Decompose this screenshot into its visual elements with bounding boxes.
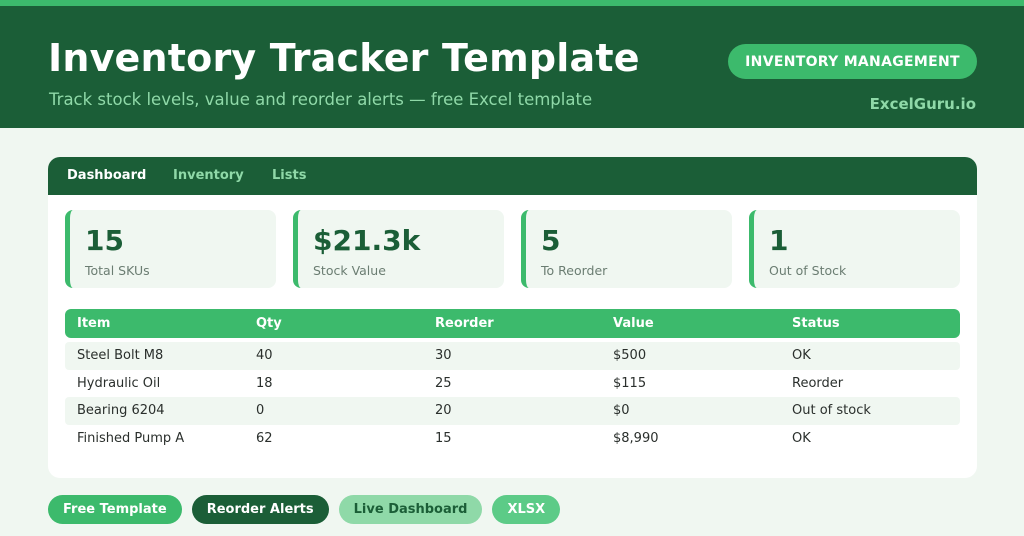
column-header-status: Status — [792, 316, 840, 331]
feature-chip-row: Free Template Reorder Alerts Live Dashbo… — [48, 495, 561, 524]
kpi-value: $21.3k — [313, 224, 421, 257]
kpi-label: Out of Stock — [769, 263, 847, 278]
cell-status: Reorder — [792, 375, 844, 391]
kpi-label: Stock Value — [313, 263, 386, 278]
cell-item: Finished Pump A — [77, 430, 185, 446]
brand-name: ExcelGuru.io — [869, 95, 976, 113]
cell-reorder: 20 — [435, 403, 452, 418]
cell-status: Out of stock — [792, 403, 871, 418]
cell-qty: 62 — [256, 430, 273, 446]
kpi-label: Total SKUs — [85, 263, 150, 278]
cell-item: Hydraulic Oil — [77, 375, 161, 391]
kpi-card-stock-value: $21.3k Stock Value — [293, 210, 504, 288]
chip-reorder-alerts[interactable]: Reorder Alerts — [191, 495, 329, 524]
tab-inventory[interactable]: Inventory — [173, 157, 244, 195]
workbook-preview-panel: Dashboard Inventory Lists 15 Total SKUs … — [48, 157, 977, 478]
column-header-reorder: Reorder — [435, 316, 494, 331]
chip-free-template[interactable]: Free Template — [48, 495, 182, 524]
cell-status: OK — [792, 348, 811, 363]
page-subtitle: Track stock levels, value and reorder al… — [49, 90, 593, 109]
table-row: Hydraulic Oil 18 25 $115 Reorder — [65, 370, 960, 398]
kpi-value: 5 — [541, 224, 561, 257]
kpi-value: 1 — [769, 224, 789, 257]
tab-dashboard[interactable]: Dashboard — [67, 157, 146, 195]
cell-value: $115 — [613, 375, 647, 391]
category-badge: INVENTORY MANAGEMENT — [728, 44, 977, 79]
cell-qty: 0 — [256, 403, 265, 418]
kpi-card-total-skus: 15 Total SKUs — [65, 210, 276, 288]
table-header-row: Item Qty Reorder Value Status — [65, 309, 960, 338]
column-header-qty: Qty — [256, 316, 282, 331]
tab-lists[interactable]: Lists — [272, 157, 306, 195]
cell-qty: 40 — [256, 348, 273, 363]
column-header-value: Value — [613, 316, 654, 331]
cell-reorder: 25 — [435, 375, 452, 391]
chip-xlsx[interactable]: XLSX — [492, 495, 561, 524]
column-header-item: Item — [77, 316, 111, 331]
table-row: Bearing 6204 0 20 $0 Out of stock — [65, 397, 960, 425]
cell-value: $0 — [613, 403, 630, 418]
table-row: Steel Bolt M8 40 30 $500 OK — [65, 342, 960, 370]
page-title: Inventory Tracker Template — [48, 36, 640, 80]
chip-live-dashboard[interactable]: Live Dashboard — [338, 495, 483, 524]
cell-status: OK — [792, 430, 811, 446]
cell-value: $500 — [613, 348, 647, 363]
kpi-label: To Reorder — [541, 263, 608, 278]
page-header: Inventory Tracker Template Track stock l… — [0, 6, 1024, 128]
kpi-value: 15 — [85, 224, 124, 257]
inventory-table: Item Qty Reorder Value Status Steel Bolt… — [65, 309, 960, 452]
cell-value: $8,990 — [613, 430, 659, 446]
kpi-card-out-of-stock: 1 Out of Stock — [749, 210, 960, 288]
sheet-tab-bar: Dashboard Inventory Lists — [48, 157, 977, 195]
cell-item: Steel Bolt M8 — [77, 348, 164, 363]
cell-item: Bearing 6204 — [77, 403, 165, 418]
kpi-card-to-reorder: 5 To Reorder — [521, 210, 732, 288]
cell-qty: 18 — [256, 375, 273, 391]
cell-reorder: 30 — [435, 348, 452, 363]
cell-reorder: 15 — [435, 430, 452, 446]
table-row: Finished Pump A 62 15 $8,990 OK — [65, 425, 960, 453]
